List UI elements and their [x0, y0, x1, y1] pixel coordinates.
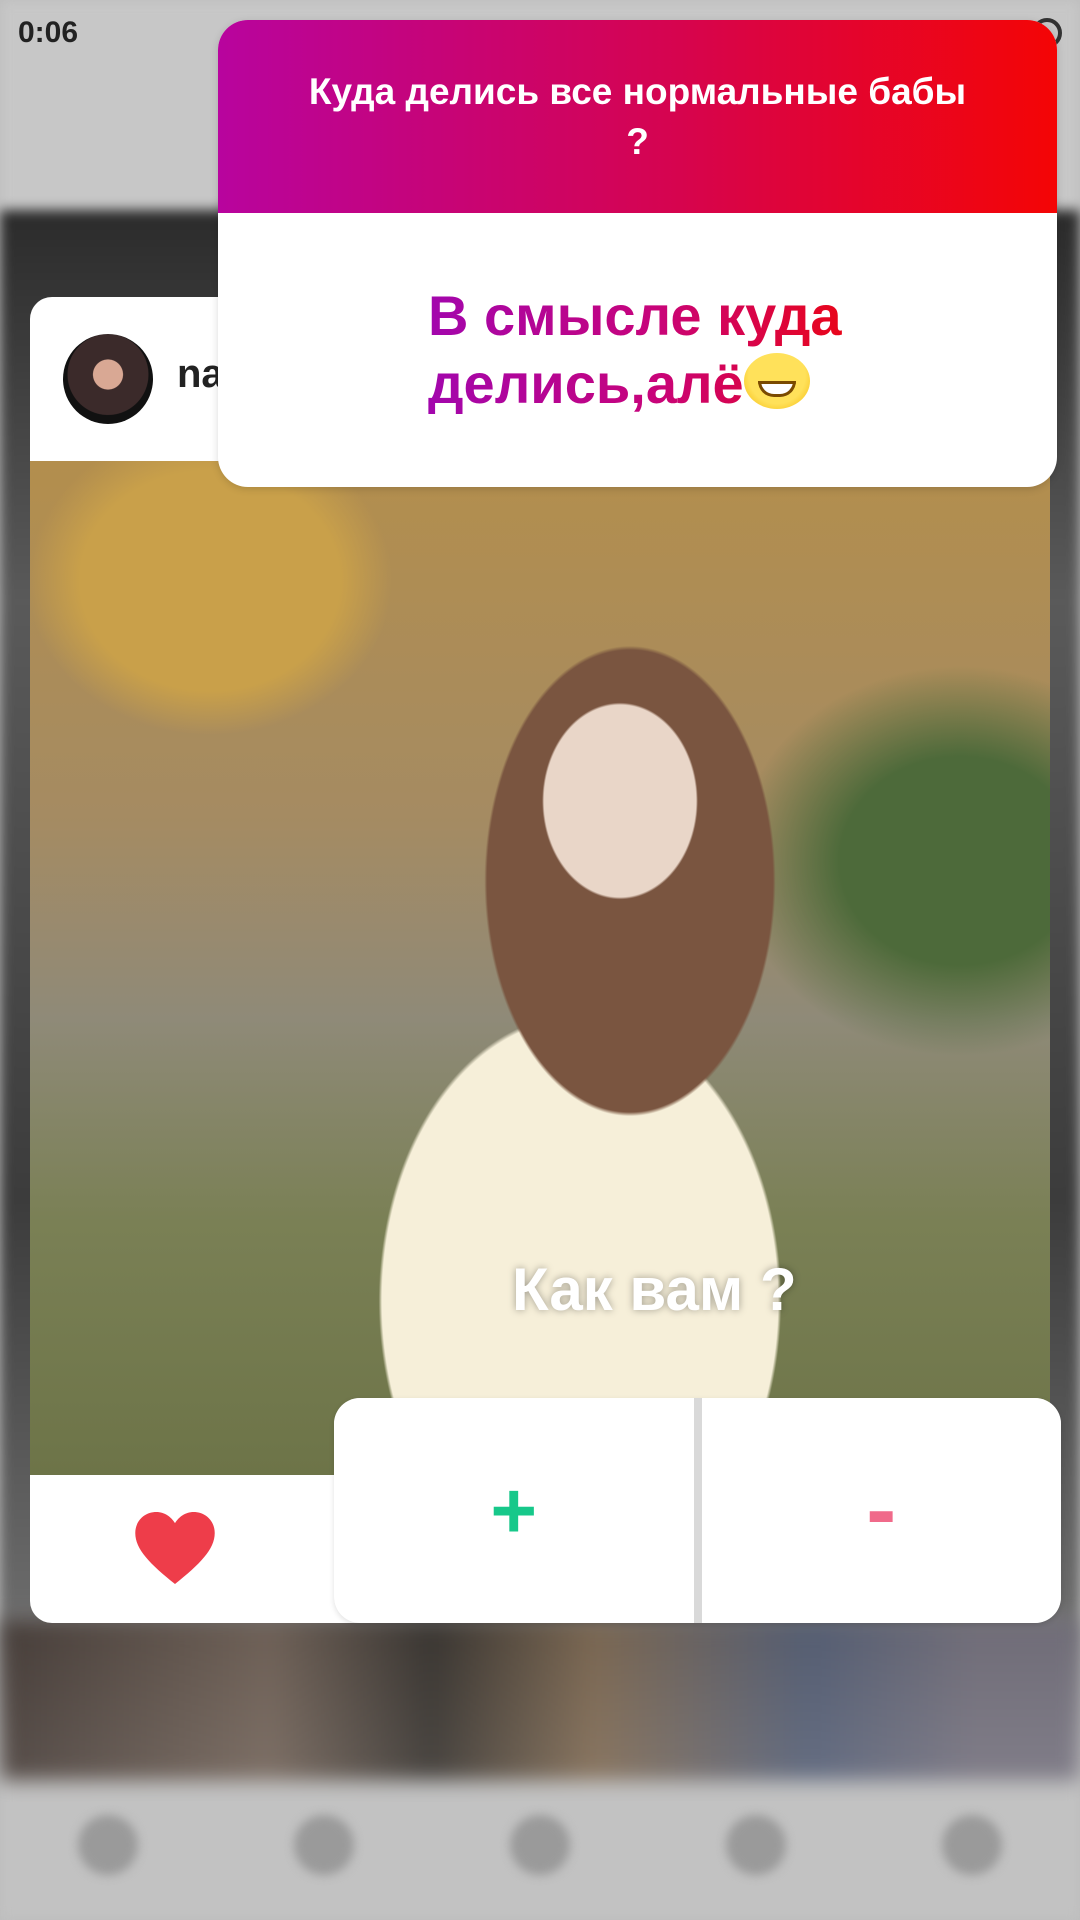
post-caption: Как вам ? [512, 1256, 797, 1323]
question-text: Куда делись все нормальные бабы ? [218, 20, 1057, 213]
profile-icon [942, 1815, 1002, 1875]
heart-icon[interactable] [135, 1512, 215, 1584]
search-icon [294, 1815, 354, 1875]
avatar[interactable] [63, 334, 153, 424]
question-sticker[interactable]: Куда делись все нормальные бабы ? В смыс… [218, 20, 1057, 487]
answer-line-2: делись,алё [428, 352, 744, 415]
blurred-background-thumbnails [0, 1620, 1080, 1780]
question-answer: В смысле куда делись,алё [428, 282, 842, 418]
poll-option-minus[interactable]: - [701, 1398, 1061, 1623]
activity-icon [726, 1815, 786, 1875]
status-time: 0:06 [18, 16, 79, 49]
answer-line-1: В смысле куда [428, 284, 842, 347]
add-post-icon [510, 1815, 570, 1875]
username[interactable]: na [177, 352, 224, 397]
blurred-bottom-nav [0, 1770, 1080, 1920]
home-icon [78, 1815, 138, 1875]
grinning-squinting-face-icon [743, 353, 810, 409]
poll-sticker: + - [334, 1398, 1061, 1623]
poll-option-plus[interactable]: + [334, 1398, 694, 1623]
